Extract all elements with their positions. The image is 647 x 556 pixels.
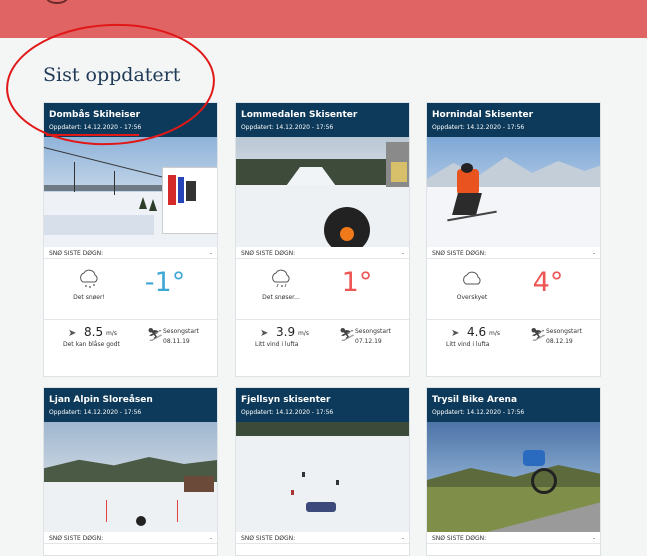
snow-value: - bbox=[209, 535, 212, 542]
skier-icon: ⛷ bbox=[530, 328, 547, 343]
weather-description: Overskyet bbox=[456, 294, 488, 301]
resort-name[interactable]: Trysil Bike Arena bbox=[432, 394, 595, 406]
season-start-label: Sesongstart bbox=[163, 328, 199, 335]
stats-panel: ➤ 4.6 m/s Litt vind i lufta ⛷ Sesongstar… bbox=[427, 320, 600, 362]
updated-timestamp: Oppdatert: 14.12.2020 - 17:56 bbox=[432, 409, 525, 416]
updated-timestamp: Oppdatert: 14.12.2020 - 17:56 bbox=[49, 124, 142, 131]
cloud-icon bbox=[457, 269, 487, 293]
snow-label: SNØ SISTE DØGN: bbox=[49, 250, 104, 257]
snow-last-24h: SNØ SISTE DØGN: - bbox=[44, 532, 217, 544]
wind-description: Litt vind i lufta bbox=[255, 341, 299, 348]
webcam-image[interactable] bbox=[44, 137, 217, 247]
weather-panel: Det snøser... 1° bbox=[236, 259, 409, 320]
stats-panel: ➤ 8.5 m/s Det kan blåse godt ⛷ Sesongsta… bbox=[44, 320, 217, 362]
snow-cloud-icon bbox=[74, 269, 104, 293]
resort-card-lommedalen[interactable]: Lommedalen Skisenter Oppdatert: 14.12.20… bbox=[235, 102, 410, 377]
resort-card-hornindal[interactable]: Hornindal Skisenter Oppdatert: 14.12.202… bbox=[426, 102, 601, 377]
resort-card-dombas[interactable]: Dombås Skiheiser Oppdatert: 14.12.2020 -… bbox=[43, 102, 218, 377]
resort-name[interactable]: Hornindal Skisenter bbox=[432, 109, 595, 121]
wind-description: Litt vind i lufta bbox=[446, 341, 490, 348]
resort-name[interactable]: Lommedalen Skisenter bbox=[241, 109, 404, 121]
wind-direction-icon: ➤ bbox=[451, 328, 460, 339]
snow-value: - bbox=[209, 250, 212, 257]
temperature: 1° bbox=[341, 267, 373, 298]
season-start-date: 07.12.19 bbox=[355, 338, 382, 345]
weather-description: Det snøer! bbox=[73, 294, 105, 301]
snow-label: SNØ SISTE DØGN: bbox=[241, 250, 296, 257]
snow-last-24h: SNØ SISTE DØGN: - bbox=[427, 532, 600, 544]
season-start-date: 08.12.19 bbox=[546, 338, 573, 345]
wind-speed: 4.6 bbox=[467, 325, 487, 339]
page-title: Sist oppdatert bbox=[43, 64, 181, 86]
season-start-label: Sesongstart bbox=[546, 328, 582, 335]
updated-timestamp: Oppdatert: 14.12.2020 - 17:56 bbox=[241, 124, 334, 131]
snow-value: - bbox=[592, 535, 595, 542]
card-header[interactable]: Hornindal Skisenter Oppdatert: 14.12.202… bbox=[427, 103, 600, 137]
webcam-image[interactable] bbox=[427, 422, 600, 532]
temperature: 4° bbox=[532, 267, 564, 298]
resort-name[interactable]: Fjellsyn skisenter bbox=[241, 394, 404, 406]
webcam-image[interactable] bbox=[236, 422, 409, 532]
webcam-image[interactable] bbox=[427, 137, 600, 247]
wind-speed: 3.9 bbox=[276, 325, 296, 339]
season-start-label: Sesongstart bbox=[355, 328, 391, 335]
webcam-image[interactable] bbox=[236, 137, 409, 247]
updated-timestamp: Oppdatert: 14.12.2020 - 17:56 bbox=[432, 124, 525, 131]
temperature: -1° bbox=[144, 267, 186, 298]
updated-timestamp: Oppdatert: 14.12.2020 - 17:56 bbox=[49, 409, 142, 416]
snow-value: - bbox=[592, 250, 595, 257]
snow-label: SNØ SISTE DØGN: bbox=[241, 535, 296, 542]
wind-unit: m/s bbox=[298, 330, 309, 337]
snow-value: - bbox=[401, 250, 404, 257]
webcam-image[interactable] bbox=[44, 422, 217, 532]
snow-value: - bbox=[401, 535, 404, 542]
snow-last-24h: SNØ SISTE DØGN: - bbox=[427, 247, 600, 259]
resort-card-ljan[interactable]: Ljan Alpin Sloreåsen Oppdatert: 14.12.20… bbox=[43, 387, 218, 556]
weather-panel: Overskyet 4° bbox=[427, 259, 600, 320]
weather-description: Det snøser... bbox=[262, 294, 300, 301]
card-header[interactable]: Dombås Skiheiser Oppdatert: 14.12.2020 -… bbox=[44, 103, 217, 137]
sleet-cloud-icon bbox=[266, 269, 296, 293]
snow-label: SNØ SISTE DØGN: bbox=[49, 535, 104, 542]
card-header[interactable]: Trysil Bike Arena Oppdatert: 14.12.2020 … bbox=[427, 388, 600, 422]
snow-label: SNØ SISTE DØGN: bbox=[432, 535, 487, 542]
snow-last-24h: SNØ SISTE DØGN: - bbox=[236, 247, 409, 259]
card-header[interactable]: Lommedalen Skisenter Oppdatert: 14.12.20… bbox=[236, 103, 409, 137]
wind-speed: 8.5 bbox=[84, 325, 104, 339]
card-header[interactable]: Ljan Alpin Sloreåsen Oppdatert: 14.12.20… bbox=[44, 388, 217, 422]
wind-unit: m/s bbox=[106, 330, 117, 337]
snow-label: SNØ SISTE DØGN: bbox=[432, 250, 487, 257]
site-logo-icon[interactable] bbox=[46, 0, 68, 4]
wind-direction-icon: ➤ bbox=[260, 328, 269, 339]
updated-timestamp: Oppdatert: 14.12.2020 - 17:56 bbox=[241, 409, 334, 416]
snow-last-24h: SNØ SISTE DØGN: - bbox=[44, 247, 217, 259]
skier-icon: ⛷ bbox=[147, 328, 164, 343]
resort-card-trysil[interactable]: Trysil Bike Arena Oppdatert: 14.12.2020 … bbox=[426, 387, 601, 556]
resort-card-fjellsyn[interactable]: Fjellsyn skisenter Oppdatert: 14.12.2020… bbox=[235, 387, 410, 556]
card-header[interactable]: Fjellsyn skisenter Oppdatert: 14.12.2020… bbox=[236, 388, 409, 422]
skier-icon: ⛷ bbox=[339, 328, 356, 343]
stats-panel: ➤ 3.9 m/s Litt vind i lufta ⛷ Sesongstar… bbox=[236, 320, 409, 362]
resort-name[interactable]: Dombås Skiheiser bbox=[49, 109, 212, 121]
wind-unit: m/s bbox=[489, 330, 500, 337]
weather-panel: Det snøer! -1° bbox=[44, 259, 217, 320]
wind-direction-icon: ➤ bbox=[68, 328, 77, 339]
wind-description: Det kan blåse godt bbox=[63, 341, 120, 348]
snow-last-24h: SNØ SISTE DØGN: - bbox=[236, 532, 409, 544]
top-banner bbox=[0, 0, 647, 38]
resort-name[interactable]: Ljan Alpin Sloreåsen bbox=[49, 394, 212, 406]
season-start-date: 08.11.19 bbox=[163, 338, 190, 345]
